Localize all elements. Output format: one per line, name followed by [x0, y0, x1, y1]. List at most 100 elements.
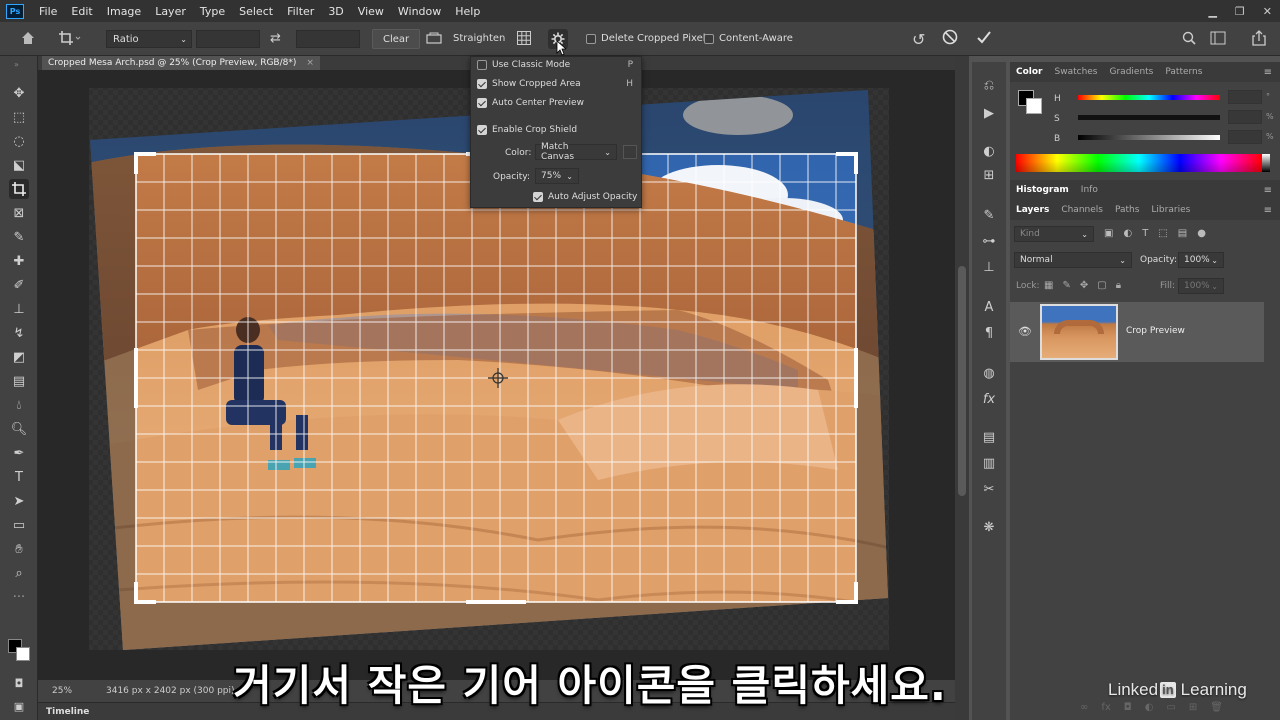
restore-icon[interactable]: ❐ — [1235, 5, 1245, 18]
brush-settings-icon[interactable]: ⊶ — [980, 232, 998, 250]
type-filter-icon[interactable]: T — [1142, 228, 1148, 239]
lock-transparent-icon[interactable]: ▦ — [1044, 280, 1053, 291]
home-icon[interactable] — [20, 30, 36, 46]
brightness-track[interactable] — [1078, 135, 1220, 140]
brush-tool-icon[interactable]: ✐ — [9, 275, 29, 295]
eye-icon[interactable]: 👁︎ — [1018, 325, 1032, 338]
gradient-tool-icon[interactable]: ▤ — [9, 371, 29, 391]
adjustments-icon[interactable]: ◐ — [980, 142, 998, 160]
healing-brush-tool-icon[interactable]: ✚ — [9, 251, 29, 271]
share-icon[interactable] — [1252, 30, 1266, 46]
crop-tool-preset-icon[interactable] — [58, 30, 82, 46]
layer-filter-dropdown[interactable]: Kind ⌄ — [1014, 226, 1094, 242]
actions-play-icon[interactable]: ▶ — [980, 104, 998, 122]
vertical-scrollbar[interactable] — [955, 56, 969, 720]
notes-icon[interactable]: ▤ — [980, 428, 998, 446]
menu-image[interactable]: Image — [100, 5, 148, 18]
hand-tool-icon[interactable]: ✋︎ — [9, 539, 29, 559]
saturation-slider[interactable]: S % — [1024, 110, 1280, 126]
frame-tool-icon[interactable]: ⊠ — [9, 203, 29, 223]
3d-icon[interactable]: ❋ — [980, 518, 998, 536]
shield-color-swatch[interactable] — [623, 145, 637, 159]
adjustment-filter-icon[interactable]: ◐ — [1123, 228, 1132, 239]
tab-histogram[interactable]: Histogram — [1010, 185, 1075, 195]
more-tools-icon[interactable]: ··· — [9, 587, 29, 607]
tab-patterns[interactable]: Patterns — [1159, 67, 1208, 77]
menu-edit[interactable]: Edit — [64, 5, 99, 18]
delete-layer-icon[interactable]: 🗑︎ — [1210, 702, 1223, 713]
lock-artboard-icon[interactable]: ▢ — [1097, 280, 1106, 291]
blur-tool-icon[interactable]: 💧︎ — [9, 395, 29, 415]
history-icon[interactable]: ⎌ — [980, 76, 998, 94]
eraser-tool-icon[interactable]: ◩ — [9, 347, 29, 367]
pen-tool-icon[interactable]: ✒ — [9, 443, 29, 463]
object-selection-tool-icon[interactable]: ⬕ — [9, 155, 29, 175]
tab-layers[interactable]: Layers — [1010, 205, 1055, 215]
paragraph-icon[interactable]: ¶ — [980, 324, 998, 342]
properties-icon[interactable]: ⊞ — [980, 166, 998, 184]
shape-filter-icon[interactable]: ⬚ — [1158, 228, 1167, 239]
menu-layer[interactable]: Layer — [148, 5, 193, 18]
brightness-slider[interactable]: B % — [1024, 130, 1280, 146]
brushes-icon[interactable]: ✎ — [980, 206, 998, 224]
clone-stamp-tool-icon[interactable]: ⊥ — [9, 299, 29, 319]
fx-icon[interactable]: fx — [980, 390, 998, 408]
shield-color-dropdown[interactable]: Match Canvas ⌄ — [535, 142, 617, 162]
lasso-tool-icon[interactable]: ◌ — [9, 131, 29, 151]
eyedropper-tool-icon[interactable]: ✎ — [9, 227, 29, 247]
zoom-tool-icon[interactable]: ⌕ — [9, 563, 29, 583]
workspace-icon[interactable] — [1210, 31, 1226, 45]
menu-filter[interactable]: Filter — [280, 5, 321, 18]
menu-type[interactable]: Type — [193, 5, 232, 18]
delete-cropped-pixels-checkbox[interactable]: Delete Cropped Pixels — [586, 33, 711, 44]
close-tab-icon[interactable]: × — [306, 58, 314, 68]
lock-image-icon[interactable]: ✎ — [1062, 280, 1070, 291]
panel-menu-icon[interactable]: ≡ — [1264, 67, 1272, 78]
fill-field[interactable]: 100% ⌄ — [1178, 278, 1224, 294]
straighten-icon[interactable] — [426, 32, 442, 44]
scrollbar-thumb[interactable] — [958, 266, 966, 496]
auto-center-preview-option[interactable]: Auto Center Preview — [477, 96, 584, 110]
dodge-tool-icon[interactable]: 🔍︎ — [9, 419, 29, 439]
ratio-width-input[interactable] — [196, 30, 260, 48]
saturation-track[interactable] — [1078, 115, 1220, 120]
cancel-crop-icon[interactable] — [942, 29, 958, 45]
lock-all-icon[interactable]: 🔒︎ — [1116, 280, 1121, 291]
straighten-label[interactable]: Straighten — [453, 33, 505, 44]
clear-button[interactable]: Clear — [372, 29, 421, 49]
menu-window[interactable]: Window — [391, 5, 448, 18]
grayscale-bar[interactable] — [1262, 154, 1270, 172]
move-tool-icon[interactable]: ✥ — [9, 83, 29, 103]
styles-icon[interactable]: ◍ — [980, 364, 998, 382]
overlay-grid-icon[interactable] — [516, 30, 532, 46]
auto-adjust-opacity-option[interactable]: Auto Adjust Opacity — [533, 190, 637, 204]
menu-select[interactable]: Select — [232, 5, 280, 18]
pixel-filter-icon[interactable]: ▣ — [1104, 228, 1113, 239]
filter-toggle-icon[interactable]: ● — [1197, 228, 1206, 239]
marquee-tool-icon[interactable]: ⬚ — [9, 107, 29, 127]
tab-info[interactable]: Info — [1075, 185, 1104, 195]
color-spectrum-bar[interactable] — [1016, 154, 1262, 172]
hue-value-field[interactable] — [1228, 90, 1262, 104]
hue-slider[interactable]: H ° — [1024, 90, 1280, 106]
path-selection-tool-icon[interactable]: ➤ — [9, 491, 29, 511]
new-layer-icon[interactable]: ⊞ — [1189, 702, 1197, 713]
enable-crop-shield-option[interactable]: Enable Crop Shield — [477, 123, 577, 137]
brightness-value-field[interactable] — [1228, 130, 1262, 144]
close-window-icon[interactable]: ✕ — [1263, 5, 1272, 18]
minimize-icon[interactable]: ▁ — [1208, 5, 1216, 18]
type-tool-icon[interactable]: T — [9, 467, 29, 487]
tab-channels[interactable]: Channels — [1055, 205, 1109, 215]
tool-presets-icon[interactable]: ✂ — [980, 480, 998, 498]
lock-position-icon[interactable]: ✥ — [1080, 280, 1088, 291]
blend-mode-dropdown[interactable]: Normal ⌄ — [1014, 252, 1132, 268]
layer-row[interactable]: 👁︎ Crop Preview — [1010, 302, 1264, 362]
panel-menu-icon[interactable]: ≡ — [1264, 205, 1272, 216]
tab-libraries[interactable]: Libraries — [1145, 205, 1196, 215]
saturation-value-field[interactable] — [1228, 110, 1262, 124]
reset-icon[interactable]: ↺ — [912, 30, 925, 49]
tab-gradients[interactable]: Gradients — [1104, 67, 1160, 77]
hue-track[interactable] — [1078, 95, 1220, 100]
tab-swatches[interactable]: Swatches — [1049, 67, 1104, 77]
rectangle-tool-icon[interactable]: ▭ — [9, 515, 29, 535]
